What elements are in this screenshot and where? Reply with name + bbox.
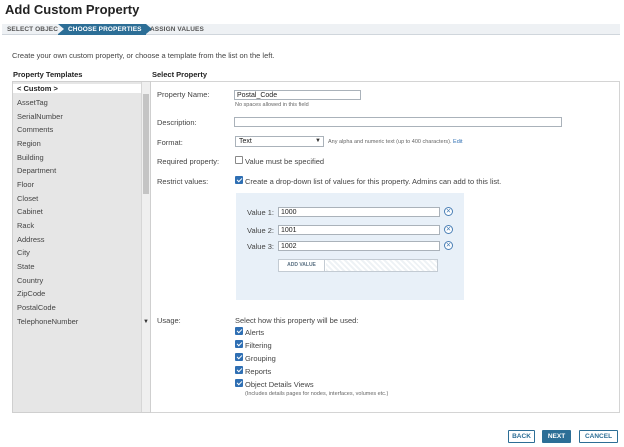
restrict-label: Restrict values: xyxy=(157,177,209,186)
template-item[interactable]: AssetTag xyxy=(17,98,48,107)
usage-option-label: Reports xyxy=(245,367,272,376)
required-checkbox-text: Value must be specified xyxy=(245,157,325,166)
remove-value-icon[interactable]: ✕ xyxy=(444,225,453,234)
template-item[interactable]: Rack xyxy=(17,221,34,230)
chevron-down-icon: ▼ xyxy=(315,138,321,144)
usage-option-label: Filtering xyxy=(245,341,272,350)
template-item[interactable]: City xyxy=(17,248,30,257)
usage-text: Select how this property will be used: xyxy=(235,316,359,325)
template-item[interactable]: Comments xyxy=(17,125,53,134)
format-select[interactable]: Text ▼ xyxy=(235,136,324,147)
format-hint: Any alpha and numeric text (up to 400 ch… xyxy=(328,139,463,145)
remove-value-icon[interactable]: ✕ xyxy=(444,207,453,216)
intro-text: Create your own custom property, or choo… xyxy=(12,51,275,60)
property-name-hint: No spaces allowed in this field xyxy=(235,102,309,108)
description-input[interactable] xyxy=(234,117,562,127)
template-item[interactable]: Region xyxy=(17,139,41,148)
usage-option-label: Alerts xyxy=(245,328,265,337)
template-list-scrollbar[interactable]: ▼ xyxy=(141,82,150,412)
scroll-down-icon[interactable]: ▼ xyxy=(143,319,149,325)
template-item[interactable]: Building xyxy=(17,153,44,162)
restrict-checkbox[interactable] xyxy=(235,176,243,184)
template-item[interactable]: Country xyxy=(17,276,43,285)
step-assign-values[interactable]: ASSIGN VALUES xyxy=(150,24,204,35)
usage-reports-checkbox[interactable] xyxy=(235,366,243,374)
template-item[interactable]: ZipCode xyxy=(17,289,45,298)
template-item[interactable]: TelephoneNumber xyxy=(17,317,78,326)
value-input[interactable]: 1001 xyxy=(278,225,440,235)
template-list[interactable]: < Custom > AssetTag SerialNumber Comment… xyxy=(12,81,151,413)
restrict-checkbox-text: Create a drop-down list of values for th… xyxy=(245,177,502,186)
template-item-custom[interactable]: < Custom > xyxy=(13,84,141,93)
page-title: Add Custom Property xyxy=(5,2,140,17)
template-item[interactable]: Address xyxy=(17,235,45,244)
cancel-button[interactable]: CANCEL xyxy=(579,430,618,443)
format-selected-value: Text xyxy=(239,138,252,145)
add-value-control: ADD VALUE xyxy=(278,259,438,272)
next-button[interactable]: NEXT xyxy=(542,430,571,443)
back-button[interactable]: BACK xyxy=(508,430,535,443)
format-hint-text: Any alpha and numeric text (up to 400 ch… xyxy=(328,139,452,145)
templates-heading: Property Templates xyxy=(13,70,83,79)
usage-option-label: Grouping xyxy=(245,354,276,363)
wizard-steps: SELECT OBJECT CHOOSE PROPERTIES ASSIGN V… xyxy=(2,24,620,35)
remove-value-icon[interactable]: ✕ xyxy=(444,241,453,250)
template-item[interactable]: SerialNumber xyxy=(17,112,63,121)
usage-object-details-checkbox[interactable] xyxy=(235,379,243,387)
step-select-object[interactable]: SELECT OBJECT xyxy=(7,24,62,35)
select-property-heading: Select Property xyxy=(152,70,208,79)
template-item[interactable]: PostalCode xyxy=(17,303,56,312)
usage-label: Usage: xyxy=(157,316,181,325)
usage-hint: (Includes details pages for nodes, inter… xyxy=(245,391,389,397)
property-name-label: Property Name: xyxy=(157,90,210,99)
scrollbar-thumb[interactable] xyxy=(143,94,149,194)
property-name-input[interactable]: Postal_Code xyxy=(234,90,361,100)
template-item[interactable]: State xyxy=(17,262,35,271)
usage-filtering-checkbox[interactable] xyxy=(235,340,243,348)
usage-grouping-checkbox[interactable] xyxy=(235,353,243,361)
template-item[interactable]: Closet xyxy=(17,194,38,203)
usage-option-label: Object Details Views xyxy=(245,380,314,389)
usage-alerts-checkbox[interactable] xyxy=(235,327,243,335)
add-value-placeholder xyxy=(326,260,437,271)
template-item[interactable]: Cabinet xyxy=(17,207,43,216)
value-label: Value 2: xyxy=(247,226,274,235)
required-checkbox[interactable] xyxy=(235,156,243,164)
value-label: Value 3: xyxy=(247,242,274,251)
format-edit-link[interactable]: Edit xyxy=(453,139,462,145)
template-item[interactable]: Department xyxy=(17,166,56,175)
format-label: Format: xyxy=(157,138,183,147)
value-input[interactable]: 1002 xyxy=(278,241,440,251)
description-label: Description: xyxy=(157,118,197,127)
template-item[interactable]: Floor xyxy=(17,180,34,189)
value-input[interactable]: 1000 xyxy=(278,207,440,217)
required-label: Required property: xyxy=(157,157,220,166)
step-choose-properties[interactable]: CHOOSE PROPERTIES xyxy=(58,24,152,35)
value-label: Value 1: xyxy=(247,208,274,217)
add-value-button[interactable]: ADD VALUE xyxy=(279,260,325,271)
